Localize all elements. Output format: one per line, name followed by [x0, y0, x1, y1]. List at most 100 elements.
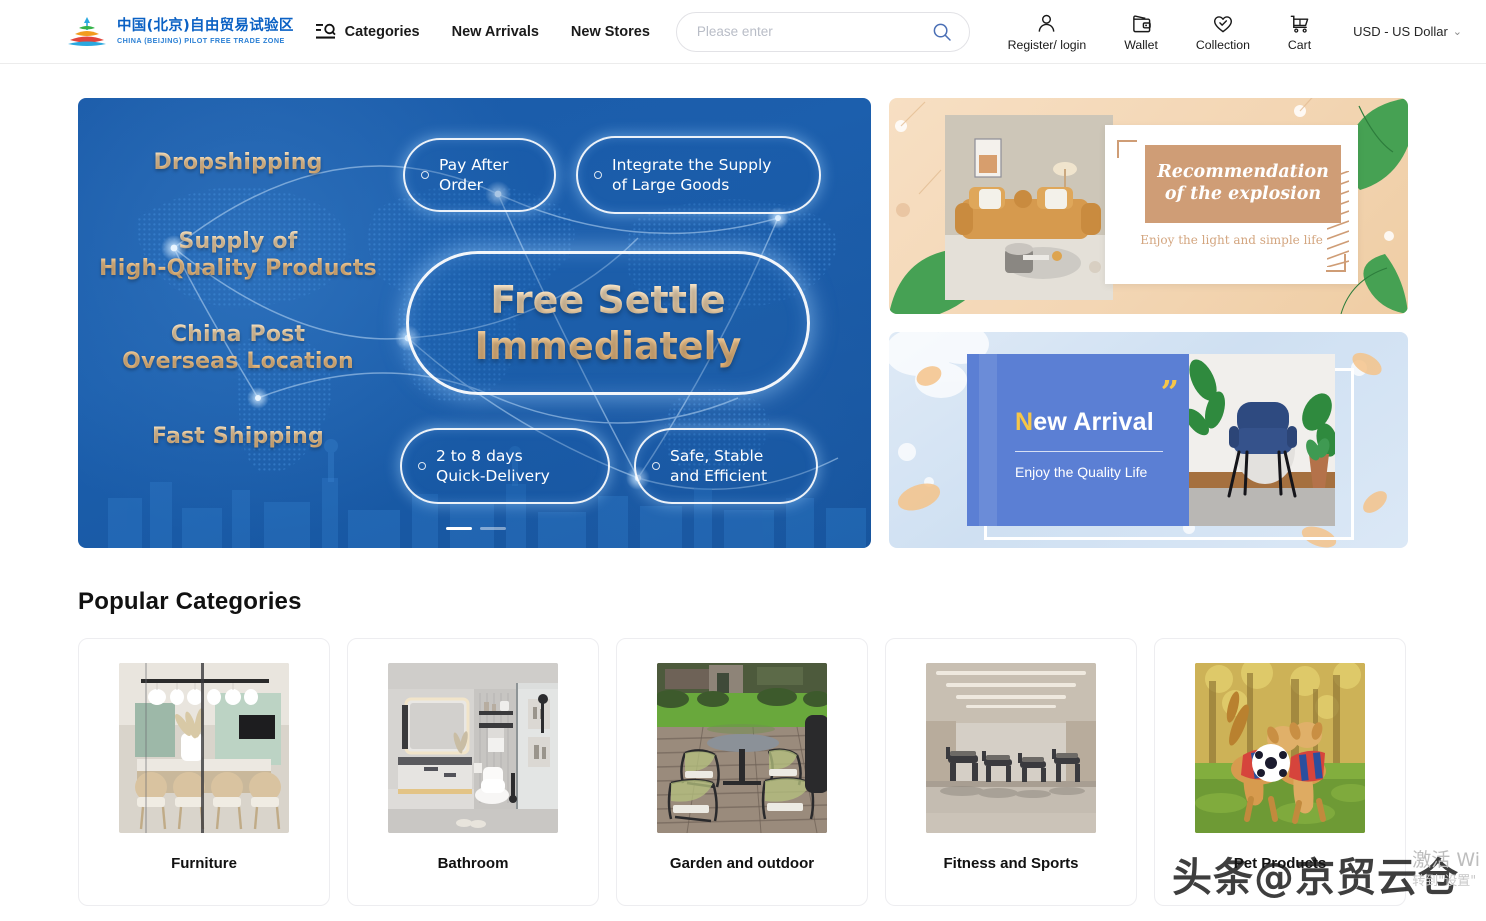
currency-label: USD - US Dollar [1353, 24, 1448, 39]
banner-left-labels: Dropshipping Supply of High-Quality Prod… [78, 150, 398, 451]
pill-pay-line2: Order [439, 176, 484, 194]
pill-delivery-line2: Quick-Delivery [436, 467, 550, 485]
pill-delivery-line1: 2 to 8 days [436, 446, 523, 465]
category-image-fitness-sports [926, 663, 1096, 833]
carousel-dot-2[interactable] [480, 527, 506, 530]
promo-recommendation-photo [945, 115, 1113, 300]
search-input[interactable] [696, 24, 929, 39]
bullet-dot-icon [594, 171, 602, 179]
nav-item-categories[interactable]: Categories [315, 23, 420, 41]
banner-label-fast-shipping: Fast Shipping [78, 424, 398, 451]
promo-card-recommendation[interactable]: Recommendation of the explosion Enjoy th… [889, 98, 1408, 314]
promo-new-arrival-subtitle: Enjoy the Quality Life [1015, 464, 1148, 480]
category-image-bathroom [388, 663, 558, 833]
bracket-top-left-icon [1117, 140, 1137, 158]
nav-item-new-arrivals[interactable]: New Arrivals [452, 24, 539, 40]
category-card-furniture[interactable]: Furniture [78, 638, 330, 906]
promo-recommendation-card: Recommendation of the explosion Enjoy th… [1105, 125, 1358, 284]
header-action-cart[interactable]: Cart [1288, 11, 1311, 52]
category-label-fitness-sports: Fitness and Sports [943, 855, 1079, 872]
banner-pill-quick-delivery[interactable]: 2 to 8 days Quick-Delivery [400, 428, 610, 504]
banner-pill-integrate-supply[interactable]: Integrate the Supply of Large Goods [576, 136, 821, 214]
hero-banner[interactable]: Dropshipping Supply of High-Quality Prod… [78, 98, 871, 548]
user-icon [1036, 11, 1057, 35]
bullet-dot-icon [418, 462, 426, 470]
title-divider [1015, 451, 1163, 452]
category-card-fitness-sports[interactable]: Fitness and Sports [885, 638, 1137, 906]
promo-new-arrival-card: ” New Arrival Enjoy the Quality Life [967, 354, 1335, 526]
site-logo[interactable]: 中国(北京)自由贸易试验区 CHINA (BEIJING) PILOT FREE… [66, 15, 294, 49]
header-actions: Register/ login Wallet Collection Cart U… [970, 11, 1462, 52]
header-action-label-collection: Collection [1195, 38, 1250, 52]
promo-new-arrival-title-rest: ew Arrival [1033, 408, 1154, 436]
pill-safe-line1: Safe, Stable [670, 446, 764, 465]
promo-card-new-arrival[interactable]: ” New Arrival Enjoy the Quality Life [889, 332, 1408, 548]
site-header: 中国(北京)自由贸易试验区 CHINA (BEIJING) PILOT FREE… [0, 0, 1486, 64]
category-card-bathroom[interactable]: Bathroom [347, 638, 599, 906]
search-bar[interactable] [675, 11, 970, 52]
category-image-pet-products [1195, 663, 1365, 833]
pill-integrate-line2: of Large Goods [612, 176, 730, 194]
banner-pill-pay-after-order[interactable]: Pay After Order [403, 138, 556, 212]
pill-integrate-line1: Integrate the Supply [612, 155, 772, 174]
banner-pill-free-settle[interactable]: Free Settle Immediately [406, 251, 810, 395]
promo-recommendation-subtitle: Enjoy the light and simple life [1140, 233, 1323, 247]
pill-free-settle-line1: Free Settle [490, 277, 726, 322]
category-label-garden-outdoor: Garden and outdoor [669, 855, 815, 872]
nav-label-categories: Categories [344, 23, 420, 40]
logo-text-en: CHINA (BEIJING) PILOT FREE TRADE ZONE [117, 35, 285, 45]
category-image-furniture [119, 663, 289, 833]
logo-text-cn: 中国(北京)自由贸易试验区 [117, 18, 294, 35]
promo-new-arrival-photo [1189, 354, 1335, 526]
heart-icon [1212, 11, 1234, 35]
banner-label-chinapost-line1: China Post [170, 322, 306, 348]
category-label-pet-products: Pet Products [1233, 855, 1327, 872]
banner-label-chinapost: China Post Overseas Location [78, 322, 398, 376]
wallet-icon [1131, 11, 1152, 35]
promo-new-arrival-title: New Arrival [1015, 408, 1154, 437]
category-card-garden-outdoor[interactable]: Garden and outdoor [616, 638, 868, 906]
header-action-label-cart: Cart [1287, 38, 1312, 52]
category-label-bathroom: Bathroom [437, 855, 509, 872]
pill-pay-line1: Pay After [439, 155, 509, 174]
carousel-indicators [446, 527, 506, 530]
promo-new-arrival-text-panel: ” New Arrival Enjoy the Quality Life [967, 354, 1189, 526]
promo-new-arrival-title-initial: N [1015, 408, 1034, 436]
banner-pill-safe-stable[interactable]: Safe, Stable and Efficient [634, 428, 818, 504]
banner-label-supply-line2: High-Quality Products [99, 255, 377, 281]
search-button[interactable] [929, 19, 955, 45]
bullet-dot-icon [652, 462, 660, 470]
currency-selector[interactable]: USD - US Dollar ⌄ [1353, 24, 1462, 39]
promo-column: Recommendation of the explosion Enjoy th… [889, 98, 1408, 548]
cart-icon [1289, 11, 1310, 35]
quote-mark-icon: ” [1160, 373, 1179, 411]
category-card-pet-products[interactable]: Pet Products [1154, 638, 1406, 906]
popular-categories-title: Popular Categories [78, 588, 302, 615]
popular-categories-grid: Furniture Bathroom Garden and outdoor Fi… [78, 638, 1408, 906]
nav-item-new-stores[interactable]: New Stores [571, 24, 650, 40]
banner-label-supply-line1: Supply of [178, 228, 298, 254]
logo-mark-icon [68, 16, 106, 46]
search-icon [933, 23, 951, 41]
pill-safe-line2: and Efficient [670, 467, 768, 485]
header-action-label-register: Register/ login [1007, 38, 1087, 52]
promo-recommendation-title-line2: of the explosion [1164, 184, 1322, 204]
hero-row: Dropshipping Supply of High-Quality Prod… [78, 98, 1408, 548]
category-label-furniture: Furniture [171, 855, 237, 872]
main-navigation: Categories New Arrivals New Stores [315, 23, 650, 41]
carousel-dot-1[interactable] [446, 527, 472, 530]
bullet-dot-icon [421, 171, 429, 179]
banner-label-dropshipping: Dropshipping [78, 150, 398, 177]
panel-stripe-decoration [979, 354, 997, 526]
header-action-wallet[interactable]: Wallet [1124, 11, 1158, 52]
banner-label-chinapost-line2: Overseas Location [122, 349, 354, 375]
banner-label-supply: Supply of High-Quality Products [78, 229, 398, 283]
pill-free-settle-line2: Immediately [474, 324, 742, 368]
category-image-garden-outdoor [657, 663, 827, 833]
header-action-register-login[interactable]: Register/ login [1007, 11, 1087, 52]
promo-recommendation-title: Recommendation of the explosion [1145, 145, 1341, 223]
categories-menu-icon [315, 23, 336, 39]
main-content: Dropshipping Supply of High-Quality Prod… [0, 64, 1486, 906]
promo-recommendation-title-line1: Recommendation [1157, 162, 1329, 183]
header-action-collection[interactable]: Collection [1196, 11, 1250, 52]
